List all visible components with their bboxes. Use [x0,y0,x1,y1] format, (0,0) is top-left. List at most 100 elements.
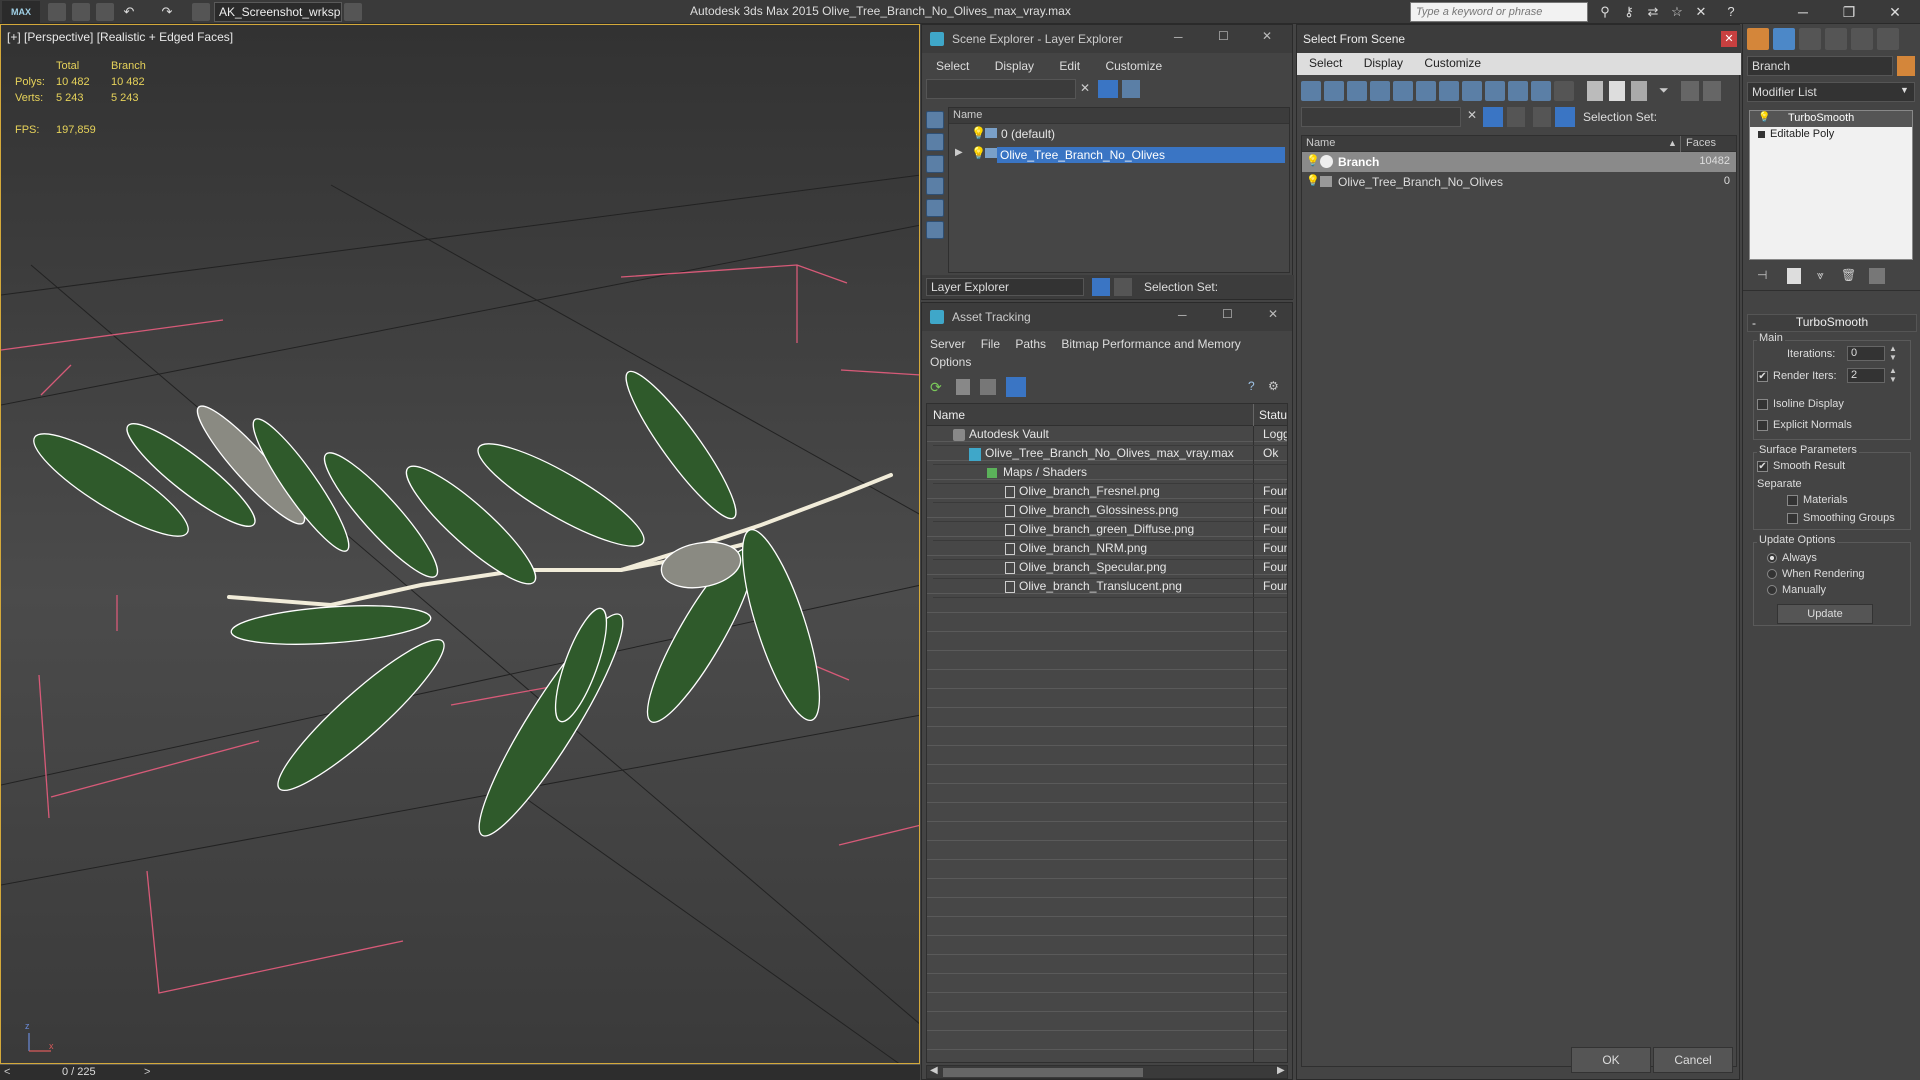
update-button[interactable]: Update [1777,604,1873,624]
collapse-icon[interactable]: - [1752,316,1756,330]
asset-row[interactable]: Maps / Shaders [933,465,1287,484]
display-lights-icon[interactable] [1347,81,1367,101]
render-iters-spinner[interactable]: 2 [1847,368,1885,383]
asset-row[interactable]: Olive_branch_Glossiness.png Found [933,503,1287,522]
menu-paths[interactable]: Paths [1015,337,1046,351]
restore-icon[interactable]: ❐ [1826,0,1872,24]
asset-row[interactable]: Olive_branch_green_Diffuse.png Found [933,522,1287,541]
workspace-dropdown[interactable]: AK_Screenshot_wrksp [214,2,342,22]
column-name[interactable]: Name [1306,137,1335,149]
help-icon[interactable]: ? [1722,3,1740,21]
asset-row[interactable]: Autodesk Vault Logge [933,427,1287,446]
select-none-icon[interactable] [1609,81,1625,101]
layers-icon[interactable] [1507,107,1525,127]
column-status[interactable]: Status [1259,408,1287,422]
hierarchy-tab-icon[interactable] [1799,28,1821,50]
settings-gear-icon[interactable]: ⚙ [1268,379,1284,395]
hierarchy-mode-icon[interactable] [1555,107,1575,127]
select-from-scene-titlebar[interactable]: Select From Scene ✕ [1297,25,1741,53]
exchange-icon[interactable]: ⇄ [1644,3,1662,21]
x-icon[interactable]: ✕ [1692,3,1710,21]
asset-row[interactable]: Olive_Tree_Branch_No_Olives_max_vray.max… [933,446,1287,465]
display-helpers-icon[interactable] [926,221,944,239]
display-bones-icon[interactable] [1485,81,1505,101]
display-frozen-icon[interactable] [1531,81,1551,101]
display-cameras-icon[interactable] [926,199,944,217]
menu-select[interactable]: Select [936,59,969,73]
table-view-icon[interactable] [980,379,996,395]
display-containers-icon[interactable] [1508,81,1528,101]
app-logo-icon[interactable]: MAX [2,1,40,23]
find-input[interactable] [1301,107,1461,127]
asset-tracking-titlebar[interactable]: Asset Tracking ─ ☐ ✕ [922,303,1292,331]
explicit-normals-checkbox[interactable]: Explicit Normals [1757,419,1852,431]
scroll-right-icon[interactable]: ▶ [1277,1065,1285,1076]
display-groups-icon[interactable] [1439,81,1459,101]
column-faces[interactable]: Faces [1686,137,1716,149]
smoothing-groups-checkbox[interactable]: Smoothing Groups [1787,512,1895,524]
minimize-icon[interactable]: ─ [1780,0,1826,24]
checkbox-icon[interactable] [1787,512,1798,524]
asset-row[interactable]: Olive_branch_Fresnel.png Found [933,484,1287,503]
explorer-mode-dropdown[interactable]: Layer Explorer [926,278,1084,296]
close-icon[interactable]: ✕ [1262,29,1272,43]
lightbulb-icon[interactable]: 💡 [1306,154,1320,167]
minimize-icon[interactable]: ─ [1174,30,1183,44]
expand-icon[interactable] [1758,131,1765,138]
stack-item-turbosmooth[interactable]: 💡 TurboSmooth [1750,111,1912,127]
render-iters-checkbox[interactable]: Render Iters: [1757,370,1837,382]
horizontal-scrollbar[interactable]: ◀ ▶ [926,1065,1288,1079]
filter-selection-icon[interactable] [1483,107,1503,127]
lightbulb-icon[interactable]: 💡 [971,126,986,140]
lightbulb-icon[interactable]: 💡 [1306,174,1320,187]
checkbox-icon[interactable] [1787,494,1798,506]
close-icon[interactable]: ✕ [1721,31,1737,47]
grid-view-icon[interactable] [1006,377,1026,397]
radio-icon[interactable] [1767,553,1777,564]
scene-search-field[interactable] [926,79,1076,99]
cancel-button[interactable]: Cancel [1653,1047,1733,1073]
filter-icon[interactable]: ⏷ [1659,83,1669,98]
column-name[interactable]: Name [949,108,1289,124]
close-icon[interactable]: ✕ [1268,307,1278,321]
radio-icon[interactable] [1767,585,1777,596]
select-invert-icon[interactable] [1631,81,1647,101]
stack-item-editable-poly[interactable]: Editable Poly [1750,127,1912,143]
list-view-icon[interactable] [956,379,970,395]
hierarchy-icon[interactable] [1681,81,1699,101]
checkbox-icon[interactable] [1757,398,1768,410]
make-unique-icon[interactable]: ⩔ [1817,268,1824,283]
spinner-arrows-icon[interactable]: ▲ ▼ [1889,344,1897,362]
menu-display[interactable]: Display [1364,56,1403,70]
modifier-list-dropdown[interactable]: Modifier List ▼ [1747,82,1915,102]
object-row[interactable]: 💡 Olive_Tree_Branch_No_Olives 0 [1302,172,1736,192]
menu-bitmap-performance[interactable]: Bitmap Performance and Memory [1061,337,1240,351]
select-all-icon[interactable] [1587,81,1603,101]
object-color-swatch[interactable] [1897,56,1915,76]
prev-frame-icon[interactable]: < [4,1066,10,1078]
filter-icon[interactable] [1098,80,1118,98]
manually-radio[interactable]: Manually [1767,584,1826,596]
layers-icon[interactable] [1122,80,1140,98]
redo-icon[interactable]: ↷ [158,3,176,21]
motion-tab-icon[interactable] [1825,28,1847,50]
display-shapes-icon[interactable] [926,155,944,173]
display-tab-icon[interactable] [1851,28,1873,50]
clear-search-icon[interactable]: ✕ [1080,81,1090,95]
layer-row[interactable]: 💡 0 (default) [949,124,1289,144]
clear-search-icon[interactable]: ✕ [1467,108,1477,122]
checkbox-icon[interactable] [1757,419,1768,431]
display-shapes-icon[interactable] [1324,81,1344,101]
lightbulb-icon[interactable]: 💡 [971,146,986,160]
menu-customize[interactable]: Customize [1424,56,1481,70]
display-xrefs-icon[interactable] [1462,81,1482,101]
menu-server[interactable]: Server [930,337,965,351]
menu-file[interactable]: File [981,337,1000,351]
workspace-menu-icon[interactable] [344,3,362,21]
column-divider[interactable] [1253,404,1254,426]
save-file-icon[interactable] [96,3,114,21]
asset-row[interactable]: Olive_branch_Translucent.png Found [933,579,1287,598]
show-end-result-icon[interactable] [1787,268,1801,284]
menu-customize[interactable]: Customize [1105,59,1162,73]
time-slider[interactable]: < 0 / 225 > [0,1064,920,1080]
